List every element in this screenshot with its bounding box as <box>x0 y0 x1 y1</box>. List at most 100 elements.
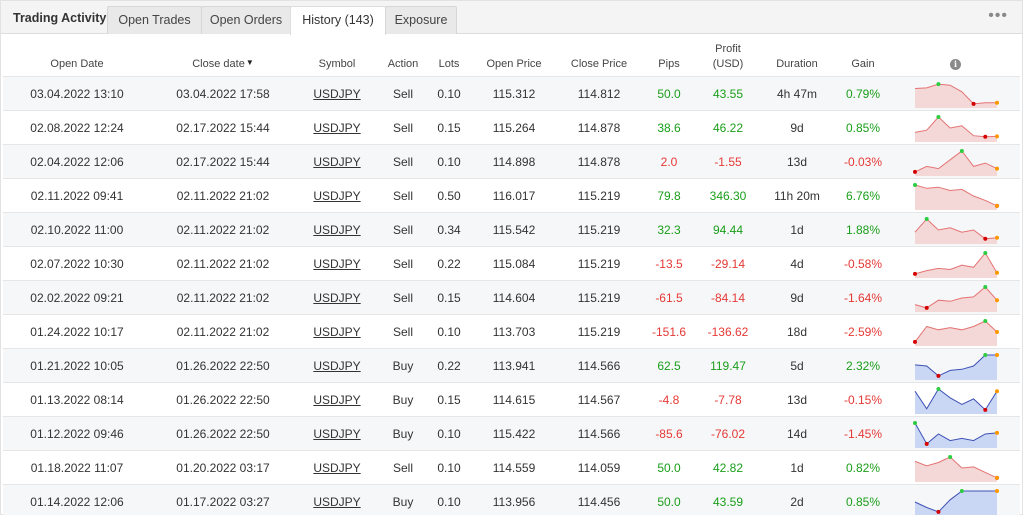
table-row[interactable]: 01.24.2022 10:17 02.11.2022 21:02 USDJPY Se… <box>3 314 1020 349</box>
symbol-link-value[interactable]: USDJPY <box>313 427 360 441</box>
gain-value: 2.32% <box>845 358 881 373</box>
col-open-price-label: Open Price <box>486 58 542 70</box>
cell-symbol-link[interactable]: USDJPY <box>295 110 379 145</box>
open-price-value: 113.941 <box>492 358 536 373</box>
table-row[interactable]: 02.04.2022 12:06 02.17.2022 15:44 USDJPY Se… <box>3 144 1020 179</box>
open-date-value: 01.12.2022 09:46 <box>30 426 124 441</box>
symbol-link-value[interactable]: USDJPY <box>313 189 360 203</box>
profit-value: -84.14 <box>710 290 746 305</box>
open-date-value: 01.18.2022 11:07 <box>30 460 124 475</box>
action-value: Sell <box>392 324 413 339</box>
sparkline-area <box>914 354 997 380</box>
action-value: Buy <box>392 494 414 509</box>
sparkline-end-dot <box>994 270 999 275</box>
cell-open-price: 114.898 <box>471 144 557 179</box>
cell-open-date: 01.21.2022 10:05 <box>3 348 151 383</box>
col-symbol[interactable]: Symbol <box>295 35 379 77</box>
tab-open-orders[interactable]: Open Orders <box>201 6 291 34</box>
table-row[interactable]: 02.08.2022 12:24 02.17.2022 15:44 USDJPY Se… <box>3 110 1020 145</box>
profit-value: 43.59 <box>712 494 744 509</box>
tab-open-trades[interactable]: Open Trades <box>107 6 202 34</box>
cell-sparkline <box>891 416 1020 451</box>
col-pips[interactable]: Pips <box>641 35 697 77</box>
symbol-link-value[interactable]: USDJPY <box>313 87 360 101</box>
col-lots[interactable]: Lots <box>427 35 471 77</box>
col-duration[interactable]: Duration <box>759 35 835 77</box>
col-close-date[interactable]: Close date▼ <box>151 35 295 77</box>
symbol-link-value[interactable]: USDJPY <box>313 257 360 271</box>
symbol-link-value[interactable]: USDJPY <box>313 461 360 475</box>
cell-lots: 0.15 <box>427 382 471 417</box>
symbol-link-value[interactable]: USDJPY <box>313 223 360 237</box>
cell-pips: -4.8 <box>641 382 697 417</box>
cell-symbol-link[interactable]: USDJPY <box>295 314 379 349</box>
trade-sparkline <box>914 114 999 142</box>
action-value: Sell <box>392 460 413 475</box>
symbol-link-value[interactable]: USDJPY <box>313 155 360 169</box>
table-row[interactable]: 02.07.2022 10:30 02.11.2022 21:02 USDJPY Se… <box>3 246 1020 281</box>
cell-symbol-link[interactable]: USDJPY <box>295 76 379 111</box>
cell-open-date: 02.07.2022 10:30 <box>3 246 151 281</box>
symbol-link-value[interactable]: USDJPY <box>313 325 360 339</box>
cell-open-date: 03.04.2022 13:10 <box>3 76 151 111</box>
table-row[interactable]: 02.02.2022 09:21 02.11.2022 21:02 USDJPY Se… <box>3 280 1020 315</box>
cell-symbol-link[interactable]: USDJPY <box>295 178 379 213</box>
table-row[interactable]: 01.14.2022 12:06 01.17.2022 03:27 USDJPY Bu… <box>3 484 1020 515</box>
table-row[interactable]: 01.18.2022 11:07 01.20.2022 03:17 USDJPY Se… <box>3 450 1020 485</box>
action-value: Sell <box>392 222 413 237</box>
symbol-link-value[interactable]: USDJPY <box>313 121 360 135</box>
cell-open-price: 115.084 <box>471 246 557 281</box>
cell-open-date: 02.11.2022 09:41 <box>3 178 151 213</box>
col-open-price[interactable]: Open Price <box>471 35 557 77</box>
cell-symbol-link[interactable]: USDJPY <box>295 348 379 383</box>
tab-history[interactable]: History (143) <box>290 6 386 35</box>
col-open-date[interactable]: Open Date <box>3 35 151 77</box>
cell-action: Sell <box>379 212 427 247</box>
cell-symbol-link[interactable]: USDJPY <box>295 144 379 179</box>
open-date-value: 01.21.2022 10:05 <box>30 358 124 373</box>
close-date-value: 02.17.2022 15:44 <box>176 154 270 169</box>
more-options-icon[interactable]: ••• <box>988 7 1008 25</box>
cell-symbol-link[interactable]: USDJPY <box>295 416 379 451</box>
col-gain[interactable]: Gain <box>835 35 891 77</box>
table-row[interactable]: 01.13.2022 08:14 01.26.2022 22:50 USDJPY Bu… <box>3 382 1020 417</box>
cell-pips: -151.6 <box>641 314 697 349</box>
table-row[interactable]: 01.21.2022 10:05 01.26.2022 22:50 USDJPY Bu… <box>3 348 1020 383</box>
cell-duration: 13d <box>759 382 835 417</box>
cell-symbol-link[interactable]: USDJPY <box>295 484 379 515</box>
cell-profit: -136.62 <box>697 314 759 349</box>
cell-close-date: 01.17.2022 03:27 <box>151 484 295 515</box>
table-row[interactable]: 02.10.2022 11:00 02.11.2022 21:02 USDJPY Se… <box>3 212 1020 247</box>
cell-symbol-link[interactable]: USDJPY <box>295 450 379 485</box>
lots-value: 0.34 <box>437 222 461 237</box>
lots-value: 0.10 <box>437 324 461 339</box>
open-price-value: 114.615 <box>492 392 536 407</box>
cell-open-date: 02.04.2022 12:06 <box>3 144 151 179</box>
cell-symbol-link[interactable]: USDJPY <box>295 246 379 281</box>
cell-symbol-link[interactable]: USDJPY <box>295 280 379 315</box>
sparkline-low-dot <box>935 509 940 514</box>
col-action[interactable]: Action <box>379 35 427 77</box>
info-icon[interactable]: i <box>950 59 961 70</box>
cell-symbol-link[interactable]: USDJPY <box>295 382 379 417</box>
col-profit[interactable]: Profit (USD) <box>697 35 759 77</box>
tab-exposure[interactable]: Exposure <box>385 6 457 34</box>
symbol-link-value[interactable]: USDJPY <box>313 495 360 509</box>
symbol-link-value[interactable]: USDJPY <box>313 393 360 407</box>
sparkline-low-dot <box>982 134 987 139</box>
col-close-price[interactable]: Close Price <box>557 35 641 77</box>
table-row[interactable]: 03.04.2022 13:10 03.04.2022 17:58 USDJPY Se… <box>3 76 1020 111</box>
table-row[interactable]: 02.11.2022 09:41 02.11.2022 21:02 USDJPY Se… <box>3 178 1020 213</box>
table-row[interactable]: 01.12.2022 09:46 01.26.2022 22:50 USDJPY Bu… <box>3 416 1020 451</box>
symbol-link-value[interactable]: USDJPY <box>313 359 360 373</box>
close-price-value: 114.566 <box>577 358 621 373</box>
symbol-link-value[interactable]: USDJPY <box>313 291 360 305</box>
cell-pips: 2.0 <box>641 144 697 179</box>
cell-lots: 0.34 <box>427 212 471 247</box>
cell-gain: 1.88% <box>835 212 891 247</box>
cell-symbol-link[interactable]: USDJPY <box>295 212 379 247</box>
pips-value: 50.0 <box>657 460 681 475</box>
cell-open-price: 115.422 <box>471 416 557 451</box>
lots-value: 0.15 <box>437 392 461 407</box>
cell-pips: 50.0 <box>641 484 697 515</box>
